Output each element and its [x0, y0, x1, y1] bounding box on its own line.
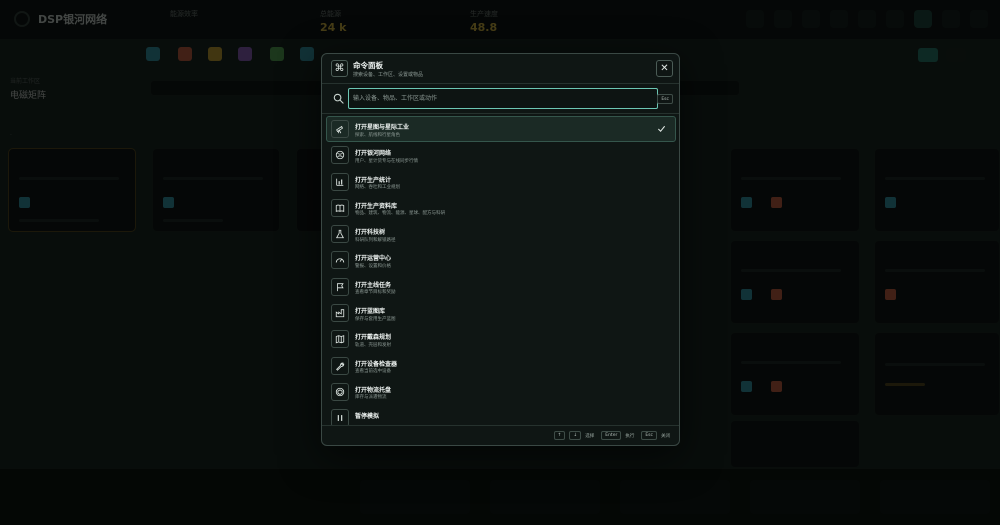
- bar-chart-icon: [331, 172, 349, 191]
- key-up: ↑: [553, 431, 566, 440]
- command-item-title: 打开蓝图库: [355, 308, 386, 316]
- command-item-title: 打开生产资料库: [355, 202, 398, 210]
- key-down: ↓: [569, 431, 582, 440]
- palette-search: Esc: [322, 84, 679, 114]
- key-enter: Enter: [601, 431, 622, 440]
- command-item-subtitle: 物品、建筑、物流、能源、星球、配方与科研: [355, 211, 445, 217]
- command-item[interactable]: 暂停模拟: [326, 405, 676, 426]
- command-item[interactable]: 打开物流托盘 库存与派遣物流: [326, 379, 676, 405]
- close-button[interactable]: ✕: [656, 60, 673, 77]
- command-list: 打开星图与星际工业 探索、航线和行星角色 打开银河网络 用户、星计货专与在线同步行情打…: [326, 116, 676, 426]
- command-item-title: 打开星图与星际工业: [355, 124, 410, 131]
- key-esc: Esc: [641, 431, 657, 440]
- check-icon: [657, 125, 666, 133]
- command-item[interactable]: 打开蓝图库 保存与套用生产蓝图: [326, 300, 676, 326]
- command-item-subtitle: 网络、吞吐和工业规划: [355, 185, 400, 191]
- factory-icon: [331, 304, 349, 323]
- flag-icon: [331, 277, 349, 296]
- command-item[interactable]: 打开戴森规划 轨道、壳层和发射: [326, 326, 676, 352]
- command-item-title: 打开生产统计: [355, 176, 392, 184]
- book-icon: [331, 198, 349, 217]
- globe-icon: [331, 146, 349, 165]
- command-item-title: 打开运营中心: [355, 255, 392, 263]
- command-item-subtitle: 科研队列和解锁路径: [355, 237, 396, 243]
- palette-title: 命令面板: [353, 61, 383, 70]
- palette-footer: ↑ ↓ 选择 Enter 执行 Esc 关闭: [322, 425, 679, 445]
- command-item-title: 打开戴森规划: [355, 334, 392, 342]
- command-search-input[interactable]: [348, 88, 658, 109]
- esc-hint: Esc: [657, 94, 673, 104]
- gauge-icon: [331, 251, 349, 270]
- flask-icon: [331, 225, 349, 244]
- command-item-subtitle: 警报、设置和价格: [355, 263, 391, 269]
- palette-header: ⌘ 命令面板 搜索设备、工作区、设置或物品 ✕: [322, 54, 679, 84]
- esc-hint-label: 关闭: [661, 433, 670, 439]
- command-item-title: 打开物流托盘: [355, 386, 392, 394]
- command-icon: ⌘: [331, 60, 348, 77]
- command-item[interactable]: 打开主线任务 查看章节目标和奖励: [326, 274, 676, 300]
- pause-icon: [331, 409, 349, 426]
- search-icon: [333, 93, 344, 104]
- command-item[interactable]: 打开生产统计 网络、吞吐和工业规划: [326, 169, 676, 195]
- command-item-title: 打开设备检查器: [355, 360, 398, 368]
- palette-subtitle: 搜索设备、工作区、设置或物品: [353, 72, 424, 78]
- command-item-subtitle: 保存与套用生产蓝图: [355, 316, 396, 322]
- command-item-subtitle: 轨道、壳层和发射: [355, 342, 391, 348]
- map-icon: [331, 330, 349, 349]
- command-item-subtitle: 探索、航线和行星角色: [355, 132, 400, 138]
- command-item-title: 打开主线任务: [355, 281, 392, 289]
- command-item-title: 打开科技树: [355, 229, 386, 237]
- command-item[interactable]: 打开星图与星际工业 探索、航线和行星角色: [326, 116, 676, 143]
- command-item-subtitle: 库存与派遣物流: [355, 395, 387, 401]
- command-palette: ⌘ 命令面板 搜索设备、工作区、设置或物品 ✕ Esc 打开星图与星际工业探索、…: [321, 53, 680, 446]
- command-item-title: 暂停模拟: [355, 413, 380, 421]
- wrench-icon: [331, 356, 349, 375]
- command-item-subtitle: 查看章节目标和奖励: [355, 290, 396, 296]
- telescope-icon: [331, 120, 349, 138]
- command-item-subtitle: 查看当前选中设备: [355, 369, 391, 375]
- command-item[interactable]: 打开科技树 科研队列和解锁路径: [326, 221, 676, 247]
- nav-hint-label: 选择: [585, 433, 595, 439]
- command-item-subtitle: 用户、星计货专与在线同步行情: [355, 158, 418, 164]
- enter-hint-label: 执行: [625, 433, 635, 439]
- package-icon: [331, 382, 349, 401]
- command-item[interactable]: 打开生产资料库 物品、建筑、物流、能源、星球、配方与科研: [326, 195, 676, 221]
- command-item[interactable]: 打开运营中心 警报、设置和价格: [326, 247, 676, 273]
- command-item[interactable]: 打开设备检查器 查看当前选中设备: [326, 353, 676, 379]
- command-item-title: 打开银河网络: [355, 150, 392, 158]
- command-item[interactable]: 打开银河网络 用户、星计货专与在线同步行情: [326, 142, 676, 168]
